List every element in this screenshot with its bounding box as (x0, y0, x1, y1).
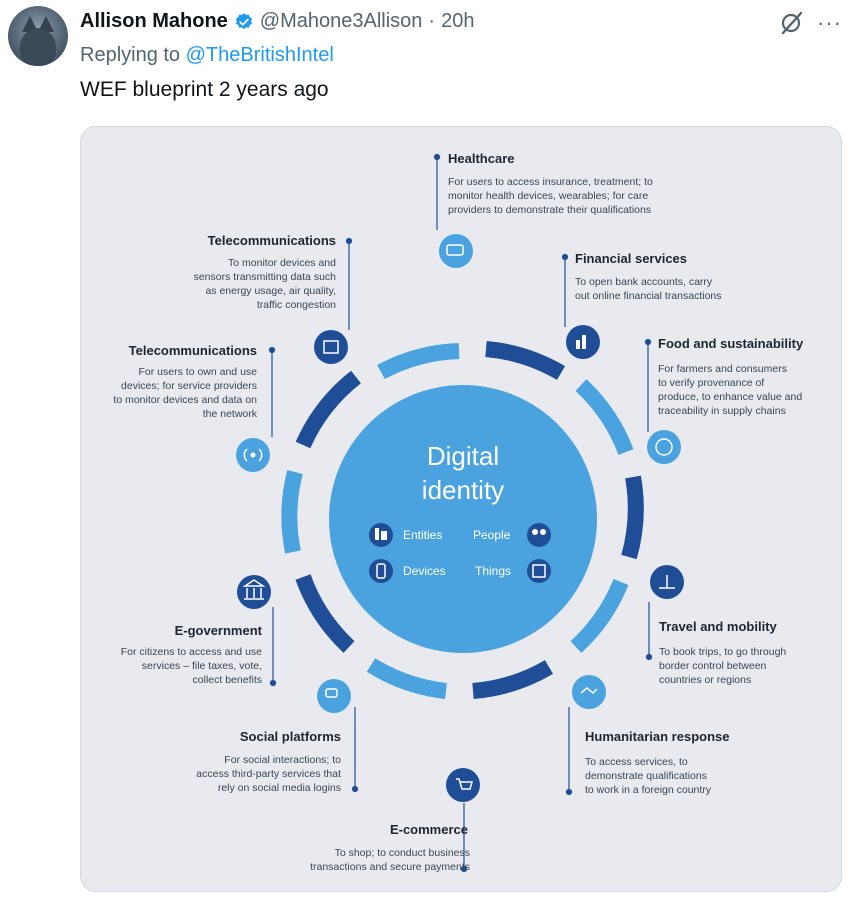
verified-badge-icon (235, 12, 252, 29)
section-desc-egov-1: For citizens to access and use (121, 646, 262, 658)
avatar[interactable] (8, 6, 68, 66)
tweet-header: Allison Mahone @Mahone3Allison · 20h (80, 10, 474, 33)
section-desc-healthcare-3: providers to demonstrate their qualifica… (448, 204, 651, 216)
center-title-2: identity (422, 475, 504, 505)
section-title-humanitarian: Humanitarian response (585, 729, 730, 744)
replying-prefix: Replying to (80, 44, 186, 66)
section-desc-financial-1: To open bank accounts, carry (575, 276, 713, 288)
section-title-telecom-sensors: Telecommunications (208, 233, 336, 248)
healthcare-icon (439, 234, 473, 268)
section-desc-travel-3: countries or regions (659, 674, 751, 686)
grok-icon[interactable] (779, 10, 805, 36)
section-title-social: Social platforms (240, 729, 341, 744)
tweet-actions: ··· (779, 10, 842, 36)
replying-to-link[interactable]: @TheBritishIntel (186, 44, 334, 66)
section-desc-food-4: traceability in supply chains (658, 405, 786, 417)
author-handle[interactable]: @Mahone3Allison (260, 10, 423, 33)
section-desc-telecom-sensors-2: sensors transmitting data such (194, 271, 337, 283)
replying-to: Replying to @TheBritishIntel (80, 44, 334, 67)
section-desc-telecom-users-4: the network (203, 408, 258, 420)
section-desc-ecommerce-2: transactions and secure payments (310, 861, 470, 873)
center-circle (329, 385, 597, 653)
section-title-egov: E-government (175, 623, 263, 638)
section-desc-healthcare-1: For users to access insurance, treatment… (448, 176, 653, 188)
tweet-text: WEF blueprint 2 years ago (80, 78, 329, 101)
center-item-devices: Devices (403, 564, 446, 578)
section-desc-telecom-users-1: For users to own and use (139, 366, 258, 378)
things-icon (527, 559, 551, 583)
separator-dot: · (428, 10, 436, 32)
section-desc-humanitarian-2: demonstrate qualifications (585, 770, 707, 782)
social-platforms-icon (317, 679, 351, 713)
e-commerce-icon (446, 768, 480, 802)
section-desc-food-3: produce, to enhance value and (658, 391, 802, 403)
section-desc-travel-2: border control between (659, 660, 767, 672)
tweet-media[interactable]: Digital identity Entities People Devices… (80, 126, 842, 892)
author-name[interactable]: Allison Mahone (80, 10, 228, 33)
section-desc-financial-2: out online financial transactions (575, 290, 722, 302)
telecom-sensors-icon (314, 330, 348, 364)
section-desc-humanitarian-3: to work in a foreign country (585, 784, 712, 796)
digital-identity-infographic: Digital identity Entities People Devices… (81, 127, 841, 891)
section-desc-social-2: access third-party services that (196, 768, 341, 780)
section-desc-egov-2: services – file taxes, vote, (142, 660, 262, 672)
section-title-healthcare: Healthcare (448, 151, 514, 166)
section-desc-egov-3: collect benefits (193, 674, 262, 686)
people-icon (527, 523, 551, 547)
devices-icon (369, 559, 393, 583)
section-desc-telecom-sensors-4: traffic congestion (257, 299, 336, 311)
section-title-telecom-users: Telecommunications (129, 343, 257, 358)
section-desc-ecommerce-1: To shop; to conduct business (335, 847, 470, 859)
humanitarian-response-icon (572, 675, 606, 709)
section-desc-healthcare-2: monitor health devices, wearables; for c… (448, 190, 648, 202)
center-item-people: People (473, 528, 511, 542)
section-desc-food-2: to verify provenance of (658, 377, 764, 389)
section-desc-travel-1: To book trips, to go through (659, 646, 786, 658)
section-desc-telecom-sensors-3: as energy usage, air quality, (205, 285, 336, 297)
tweet-time[interactable]: 20h (441, 10, 474, 33)
cat-silhouette (20, 28, 56, 66)
section-title-travel: Travel and mobility (659, 619, 778, 634)
section-desc-telecom-sensors-1: To monitor devices and (228, 257, 336, 269)
section-desc-telecom-users-2: devices; for service providers (121, 380, 257, 392)
section-title-food: Food and sustainability (658, 336, 804, 351)
section-desc-social-3: rely on social media logins (218, 782, 341, 794)
food-sustainability-icon (647, 430, 681, 464)
more-icon[interactable]: ··· (817, 12, 842, 34)
section-desc-social-1: For social interactions; to (224, 754, 341, 766)
center-item-entities: Entities (403, 528, 442, 542)
section-title-financial: Financial services (575, 251, 687, 266)
center-title-1: Digital (427, 441, 499, 471)
section-desc-food-1: For farmers and consumers (658, 363, 787, 375)
section-title-ecommerce: E-commerce (390, 822, 468, 837)
section-desc-humanitarian-1: To access services, to (585, 756, 688, 768)
section-desc-telecom-users-3: to monitor devices and data on (113, 394, 257, 406)
center-item-things: Things (475, 564, 511, 578)
